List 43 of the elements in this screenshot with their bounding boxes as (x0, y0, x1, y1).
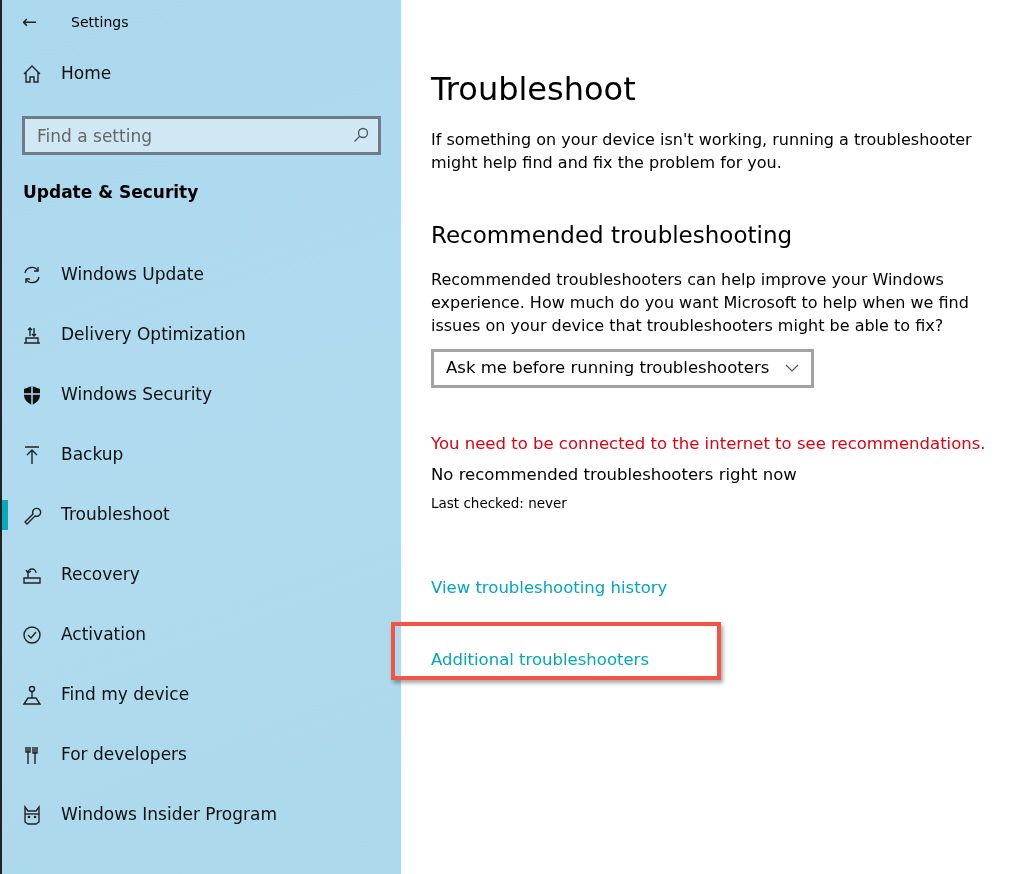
home-icon (21, 63, 43, 85)
refresh-icon (21, 264, 43, 286)
search-field[interactable]: Find a setting (22, 116, 381, 155)
status-text: No recommended troubleshooters right now (431, 463, 798, 486)
dropdown-value: Ask me before running troubleshooters (446, 357, 770, 380)
description-text: Recommended troubleshooters can help improve your Windows experience. How much do you want Microsoft to help when we find issues on your device that troubleshooters might be able to fix? (431, 269, 970, 337)
nav-item[interactable]: Activation (2, 605, 401, 665)
home-label: Home (61, 62, 112, 86)
nav-label: Delivery Optimization (61, 323, 246, 347)
section-title: Update & Security (22, 181, 200, 204)
nav-label: Backup (61, 443, 124, 467)
nav-item[interactable]: Find my device (2, 665, 401, 725)
person-pin-icon (21, 684, 43, 706)
back-button[interactable]: ← (22, 13, 38, 31)
ninja-cat-icon (21, 804, 43, 826)
nav-label: Find my device (61, 683, 190, 707)
nav-label: Activation (61, 623, 147, 647)
search-icon (353, 127, 369, 143)
shield-icon (21, 384, 43, 406)
nav-label: Windows Update (61, 263, 204, 287)
nav-item[interactable]: Windows Insider Program (2, 785, 401, 845)
nav-item[interactable]: Delivery Optimization (2, 305, 401, 365)
nav-label: For developers (61, 743, 187, 767)
nav-item[interactable]: Recovery (2, 545, 401, 605)
window-title: Settings (71, 12, 129, 32)
nav-label: Windows Insider Program (61, 803, 278, 827)
page-title: Troubleshoot (431, 70, 637, 109)
section-heading: Recommended troubleshooting (431, 222, 794, 250)
nav-item[interactable]: For developers (2, 725, 401, 785)
intro-text: If something on your device isn't working, running a troubleshooter might help find and fix the problem for you. (431, 129, 973, 175)
nav-item[interactable]: Windows Security (2, 365, 401, 425)
check-circle-icon (21, 624, 43, 646)
nav-label: Windows Security (61, 383, 213, 407)
nav-item[interactable]: Windows Update (2, 245, 401, 305)
nav-item[interactable]: Troubleshoot (2, 485, 401, 545)
nav-label: Troubleshoot (61, 503, 170, 527)
last-checked-text: Last checked: never (431, 494, 568, 514)
chevron-down-icon (785, 364, 800, 373)
nav-item[interactable]: Backup (2, 425, 401, 485)
home-item[interactable]: Home (2, 44, 401, 104)
warning-text: You need to be connected to the internet to see recommendations. (431, 433, 987, 455)
dropdown[interactable]: Ask me before running troubleshooters (431, 349, 815, 388)
nav-label: Recovery (61, 563, 140, 587)
